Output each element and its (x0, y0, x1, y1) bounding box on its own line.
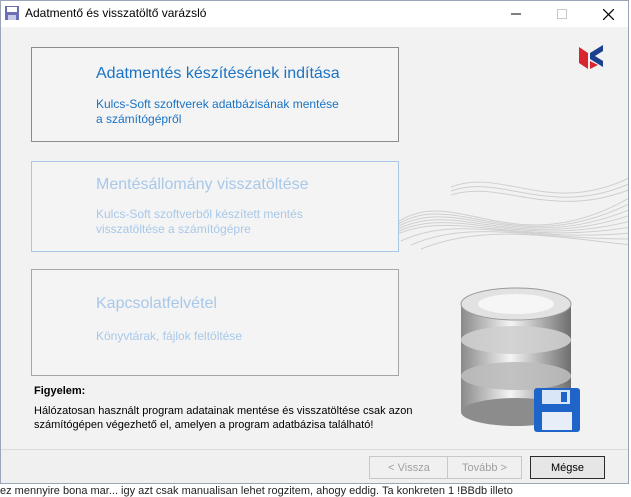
contact-option-description: Könyvtárak, fájlok feltöltése (96, 329, 243, 343)
minimize-icon (511, 13, 521, 15)
backup-option-title: Adatmentés készítésének indítása (96, 65, 340, 82)
window-title: Adatmentő és visszatöltő varázsló (25, 6, 207, 20)
back-button[interactable]: < Vissza (369, 456, 449, 479)
maximize-button (539, 1, 585, 27)
backup-option-description: Kulcs-Soft szoftverek adatbázisának ment… (96, 97, 339, 126)
wizard-window: Adatmentő és visszatöltő varázsló Adatme… (0, 0, 629, 484)
app-icon (5, 6, 19, 20)
restore-option-title: Mentésállomány visszatöltése (96, 176, 309, 193)
maximize-icon (557, 9, 567, 19)
title-bar: Adatmentő és visszatöltő varázsló (1, 1, 628, 27)
decorative-swirl (391, 177, 628, 250)
kulcs-soft-logo (579, 45, 603, 69)
database-save-icon (460, 287, 580, 432)
cancel-button[interactable]: Mégse (530, 456, 605, 479)
contact-option-card[interactable]: Kapcsolatfelvétel Könyvtárak, fájlok fel… (31, 269, 399, 376)
wizard-content: Adatmentés készítésének indítása Kulcs-S… (1, 27, 628, 449)
restore-option-card[interactable]: Mentésállomány visszatöltése Kulcs-Soft … (31, 161, 399, 252)
backup-option-card[interactable]: Adatmentés készítésének indítása Kulcs-S… (31, 47, 399, 142)
minimize-button[interactable] (493, 1, 539, 27)
warning-title: Figyelem: (34, 385, 86, 397)
next-button[interactable]: Tovább > (447, 456, 522, 479)
wizard-footer: < Vissza Tovább > Mégse (1, 449, 628, 483)
close-button[interactable] (585, 1, 628, 27)
contact-option-title: Kapcsolatfelvétel (96, 295, 217, 312)
background-window-text: ez mennyire bona mar... igy azt csak man… (0, 485, 513, 497)
restore-option-description: Kulcs-Soft szoftverből készített mentés … (96, 207, 303, 236)
close-icon (602, 8, 614, 20)
warning-text: Hálózatosan használt program adatainak m… (34, 405, 413, 431)
